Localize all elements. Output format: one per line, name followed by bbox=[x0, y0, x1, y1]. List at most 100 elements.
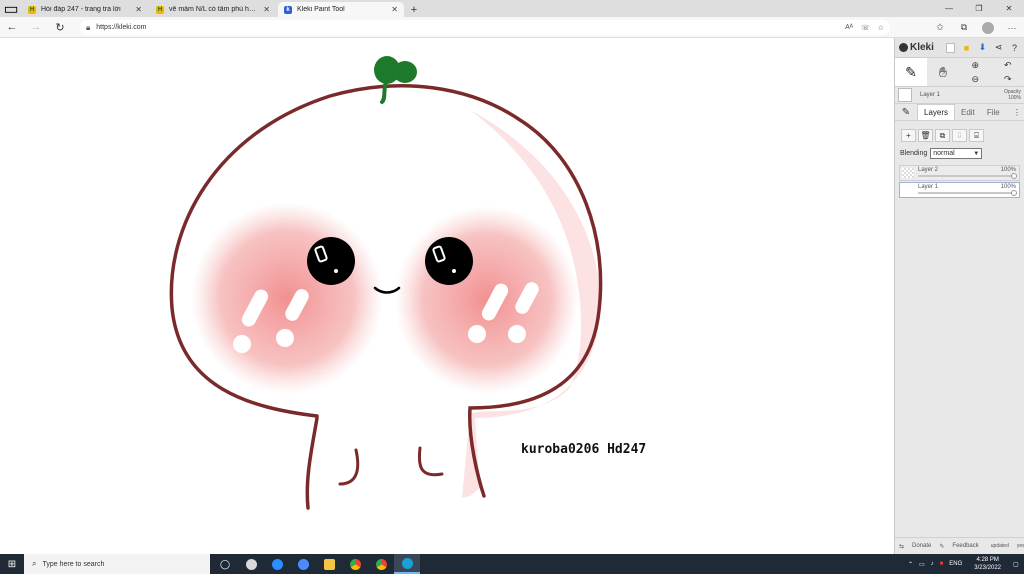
kleki-logo[interactable]: Kleki bbox=[899, 42, 934, 53]
update-status[interactable]: updated yesterday bbox=[983, 543, 1024, 549]
slider-handle[interactable] bbox=[1011, 190, 1017, 196]
left-cheek-blush bbox=[191, 202, 383, 394]
tab-layers[interactable]: Layers bbox=[917, 104, 956, 120]
taskbar-search[interactable]: ⌕ Type here to search bbox=[24, 554, 210, 574]
antivirus-icon[interactable]: ■ bbox=[937, 561, 947, 567]
browser-tab-active[interactable]: k Kleki Paint Tool ✕ bbox=[278, 2, 404, 17]
swap-icon[interactable]: ⇆ bbox=[895, 543, 908, 550]
volume-icon[interactable]: ♪ bbox=[928, 561, 937, 567]
brush-icon: ✎ bbox=[905, 63, 917, 80]
minimize-icon[interactable]: — bbox=[934, 0, 964, 17]
layer-row[interactable]: Layer 2 100% bbox=[899, 165, 1020, 181]
layer-actions: + 🗑︎ ⧉ ⇩ ⌸ bbox=[895, 121, 1024, 142]
more-menu-icon[interactable]: ··· bbox=[1000, 23, 1024, 33]
zoom-out-icon[interactable]: ⊖ bbox=[971, 74, 979, 85]
app-icon[interactable] bbox=[238, 554, 264, 574]
profile-avatar[interactable] bbox=[982, 21, 994, 34]
tab-edit[interactable]: Edit bbox=[955, 104, 981, 120]
tab-title: vẽ mầm N/L có tâm phù hợp với ... bbox=[169, 6, 259, 13]
blending-row: Blending normal ▼ bbox=[895, 142, 1024, 159]
start-button[interactable]: ⊞ bbox=[0, 554, 24, 574]
app-icon[interactable] bbox=[264, 554, 290, 574]
right-cheek-blush bbox=[395, 206, 579, 394]
left-arm bbox=[338, 448, 360, 486]
new-tab-button[interactable]: + bbox=[406, 2, 422, 17]
merge-layer-icon[interactable]: ⇩ bbox=[952, 129, 967, 142]
open-folder-icon[interactable]: ■ bbox=[960, 41, 973, 54]
layer-opacity-slider[interactable] bbox=[918, 192, 1015, 194]
rename-layer-icon[interactable]: ⌸ bbox=[969, 129, 984, 142]
add-layer-icon[interactable]: + bbox=[901, 129, 916, 142]
browser-tab-strip: ▭ H Hỏi đáp 247 - trang tra lời ✕ H vẽ m… bbox=[0, 0, 1024, 18]
updated-label: updated bbox=[990, 543, 1009, 549]
new-image-icon[interactable] bbox=[944, 41, 957, 54]
donate-link[interactable]: Donate bbox=[908, 543, 935, 549]
redo-icon[interactable]: ↷ bbox=[1004, 74, 1012, 85]
notification-icon[interactable]: ▢ bbox=[1010, 561, 1024, 568]
delete-layer-icon[interactable]: 🗑︎ bbox=[918, 129, 933, 142]
task-view-icon[interactable]: ◯ bbox=[212, 554, 238, 574]
brush-tool-button[interactable]: ✎ bbox=[895, 58, 927, 86]
forward-button[interactable]: → bbox=[24, 17, 48, 38]
tab-actions-icon[interactable]: ▭ bbox=[0, 0, 22, 18]
close-tab-icon[interactable]: ✕ bbox=[135, 5, 142, 14]
layer-list: Layer 2 100% Layer 1 100% bbox=[899, 165, 1020, 198]
more-vertical-icon[interactable]: ⋮ bbox=[1010, 104, 1024, 120]
read-aloud-icon[interactable]: Aᴬ bbox=[845, 24, 853, 31]
opacity-readout: Opacity 100% bbox=[1004, 89, 1021, 101]
browser-toolbar: ← → ↻ 🔒︎ https://kleki.com Aᴬ ☏ ☆ ✩ ⧉ ··… bbox=[0, 17, 1024, 38]
layer-opacity-slider[interactable] bbox=[918, 175, 1015, 177]
chevron-up-icon[interactable]: ⌃ bbox=[905, 561, 916, 568]
close-tab-icon[interactable]: ✕ bbox=[391, 5, 398, 14]
undo-icon[interactable]: ↶ bbox=[1004, 60, 1012, 71]
layer-name: Layer 1 bbox=[918, 184, 939, 190]
browser-tab[interactable]: H Hỏi đáp 247 - trang tra lời ✕ bbox=[22, 2, 148, 17]
share-icon[interactable]: ⋖ bbox=[992, 41, 1005, 54]
current-layer-info: Layer 1 Opacity 100% bbox=[895, 87, 1024, 104]
duplicate-layer-icon[interactable]: ⧉ bbox=[935, 129, 950, 142]
clock[interactable]: 4:28 PM 3/23/2022 bbox=[965, 556, 1010, 572]
back-button[interactable]: ← bbox=[0, 17, 24, 38]
reload-button[interactable]: ↻ bbox=[48, 17, 72, 38]
color-swatch[interactable] bbox=[898, 88, 912, 102]
chrome-icon[interactable] bbox=[342, 554, 368, 574]
address-bar[interactable]: 🔒︎ https://kleki.com Aᴬ ☏ ☆ bbox=[80, 20, 890, 35]
left-leg-outline bbox=[305, 416, 319, 510]
restore-icon[interactable]: ❐ bbox=[964, 0, 994, 17]
language-indicator[interactable]: ENG bbox=[946, 561, 965, 567]
blending-select[interactable]: normal ▼ bbox=[930, 148, 983, 159]
layer-thumbnail bbox=[902, 168, 914, 178]
file-explorer-icon[interactable] bbox=[316, 554, 342, 574]
layer-row-selected[interactable]: Layer 1 100% bbox=[899, 182, 1020, 198]
help-icon[interactable]: ? bbox=[1008, 41, 1021, 54]
blending-label: Blending bbox=[900, 150, 928, 157]
layer-name: Layer 2 bbox=[918, 167, 939, 173]
taskbar-apps: ◯ bbox=[212, 554, 420, 574]
edge-icon[interactable] bbox=[394, 554, 420, 574]
tracking-icon[interactable]: ☏ bbox=[861, 24, 870, 32]
brush-settings-tab[interactable]: ✎ bbox=[895, 104, 917, 120]
hand-tool-button[interactable]: ✋︎ bbox=[927, 58, 959, 86]
window-controls: — ❐ ✕ bbox=[934, 0, 1024, 17]
favorite-star-icon[interactable]: ☆ bbox=[878, 24, 884, 32]
url-text: https://kleki.com bbox=[96, 24, 147, 31]
browser-tab[interactable]: H vẽ mầm N/L có tâm phù hợp với ... ✕ bbox=[150, 2, 276, 17]
download-icon[interactable]: ⬇ bbox=[976, 41, 989, 54]
zoom-in-icon[interactable]: ⊕ bbox=[971, 60, 979, 71]
close-window-icon[interactable]: ✕ bbox=[994, 0, 1024, 17]
close-tab-icon[interactable]: ✕ bbox=[263, 5, 270, 14]
tab-file[interactable]: File bbox=[981, 104, 1006, 120]
slider-handle[interactable] bbox=[1011, 173, 1017, 179]
blending-value: normal bbox=[933, 150, 955, 157]
network-icon[interactable]: ▭ bbox=[916, 561, 928, 568]
windows-taskbar: ⊞ ⌕ Type here to search ◯ ⌃ ▭ ♪ ■ ENG 4:… bbox=[0, 554, 1024, 574]
feedback-link[interactable]: Feedback bbox=[948, 543, 982, 549]
chrome-icon[interactable] bbox=[368, 554, 394, 574]
panel-footer: ⇆ Donate ✎ Feedback updated yesterday bbox=[895, 537, 1024, 554]
drawing-canvas[interactable]: kuroba0206 Hd247 bbox=[0, 38, 894, 554]
lock-icon[interactable]: 🔒︎ bbox=[86, 23, 90, 33]
collections-icon[interactable]: ⧉ bbox=[952, 22, 976, 33]
favorites-icon[interactable]: ✩ bbox=[928, 22, 952, 33]
zoom-app-icon[interactable] bbox=[290, 554, 316, 574]
artwork bbox=[169, 56, 603, 510]
